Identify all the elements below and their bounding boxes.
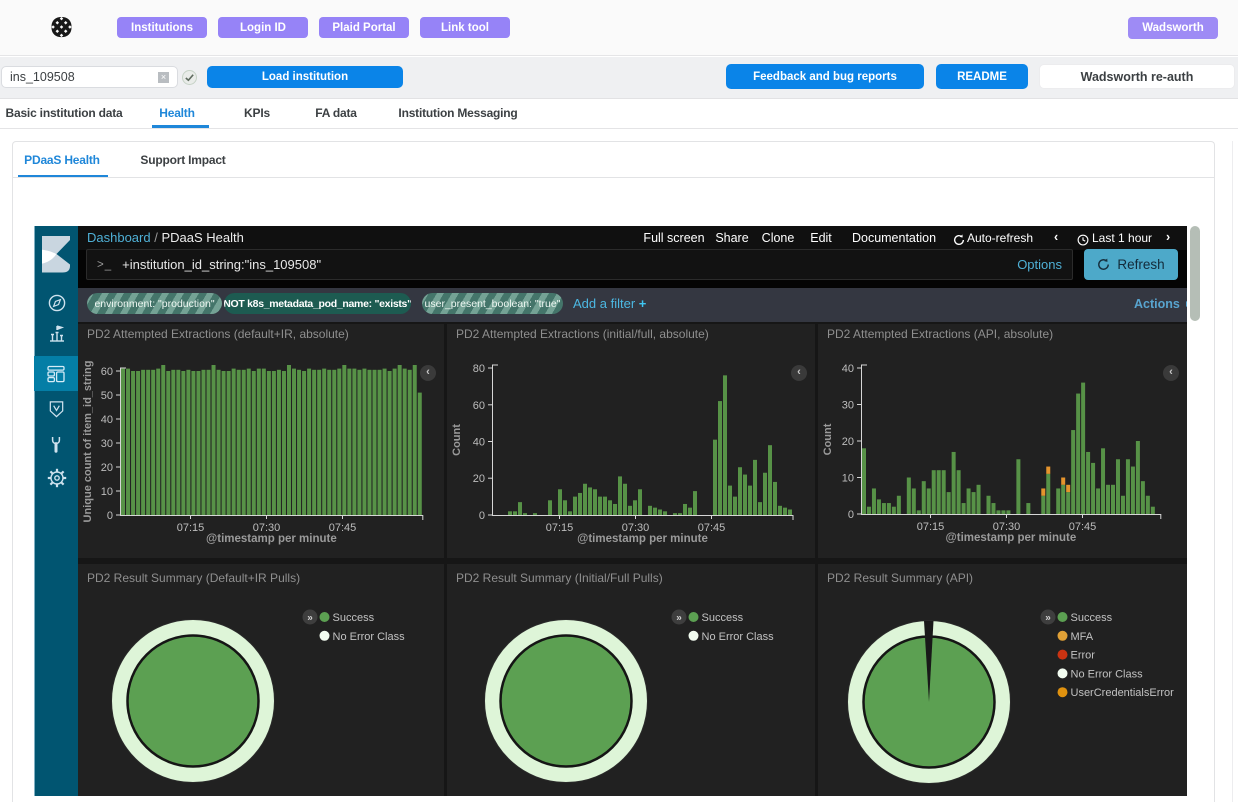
svg-text:No Error Class: No Error Class	[333, 631, 406, 643]
svg-text:20: 20	[101, 462, 113, 474]
svg-text:50: 50	[101, 390, 113, 402]
svg-text:Count: Count	[822, 423, 834, 455]
svg-text:40: 40	[101, 414, 113, 426]
svg-text:30: 30	[101, 438, 113, 450]
svg-text:Success: Success	[333, 612, 375, 624]
svg-text:40: 40	[473, 437, 485, 449]
svg-text:0: 0	[107, 510, 113, 522]
svg-text:0: 0	[848, 509, 854, 521]
svg-text:MFA: MFA	[1071, 631, 1094, 643]
svg-text:Error: Error	[1071, 650, 1096, 662]
svg-text:Unique count of item_id_string: Unique count of item_id_string	[82, 361, 94, 523]
svg-text:No Error Class: No Error Class	[1071, 668, 1144, 680]
svg-text:@timestamp per minute: @timestamp per minute	[206, 533, 337, 545]
svg-text:20: 20	[842, 436, 854, 448]
svg-text:07:15: 07:15	[546, 522, 574, 534]
svg-text:»: »	[676, 613, 682, 624]
svg-text:@timestamp per minute: @timestamp per minute	[946, 532, 1077, 544]
svg-text:Count: Count	[451, 424, 463, 456]
svg-text:30: 30	[842, 400, 854, 412]
svg-text:10: 10	[101, 486, 113, 498]
svg-text:»: »	[307, 613, 313, 624]
svg-text:60: 60	[101, 366, 113, 378]
svg-text:20: 20	[473, 473, 485, 485]
svg-text:07:15: 07:15	[177, 522, 205, 534]
svg-text:80: 80	[473, 363, 485, 375]
svg-text:Success: Success	[702, 612, 744, 624]
svg-text:10: 10	[842, 473, 854, 485]
svg-text:No Error Class: No Error Class	[702, 631, 775, 643]
svg-text:07:15: 07:15	[917, 521, 945, 533]
svg-text:60: 60	[473, 400, 485, 412]
svg-text:UserCredentialsError: UserCredentialsError	[1071, 687, 1175, 699]
svg-text:»: »	[1045, 613, 1051, 624]
svg-text:40: 40	[842, 363, 854, 375]
svg-text:@timestamp per minute: @timestamp per minute	[577, 533, 708, 545]
svg-text:Success: Success	[1071, 612, 1113, 624]
svg-text:0: 0	[479, 510, 485, 522]
